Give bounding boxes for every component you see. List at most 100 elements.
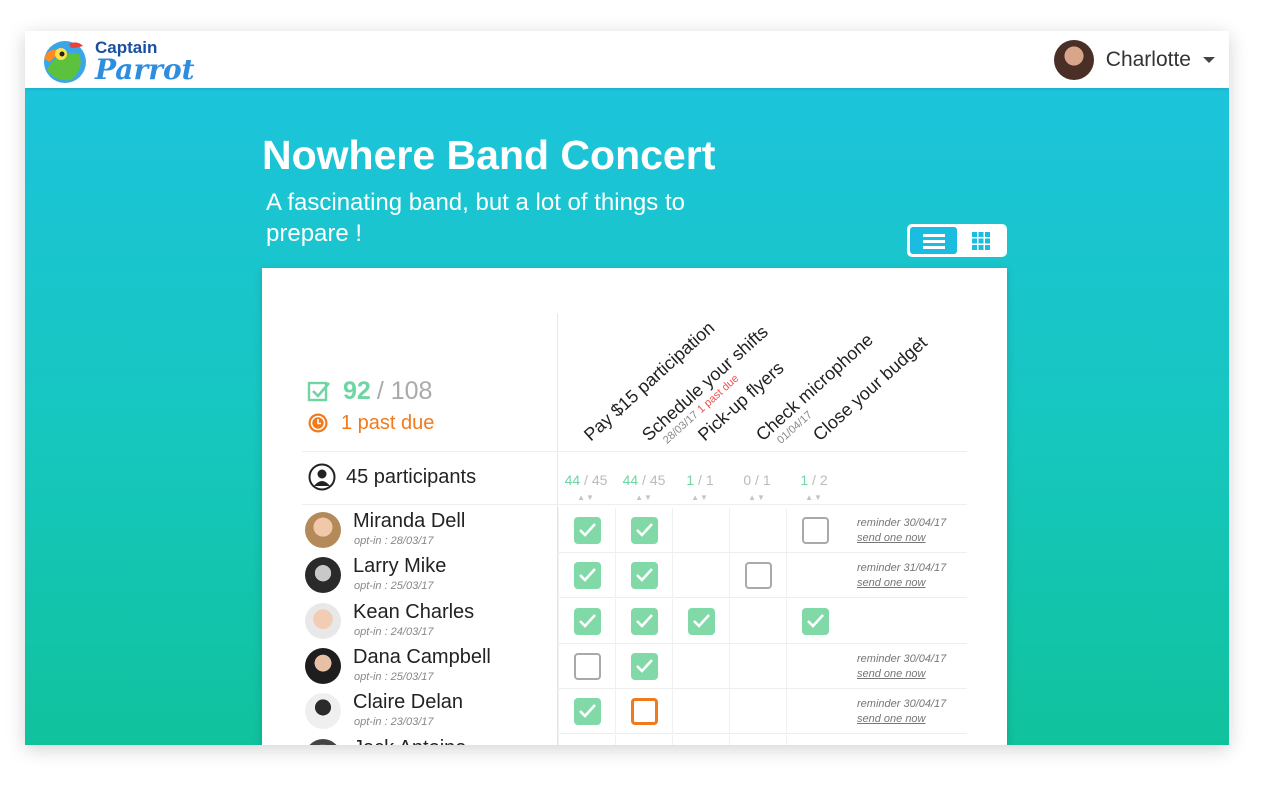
task-cell — [786, 734, 842, 745]
task-total-count: / 1 — [751, 472, 771, 488]
task-total-count: / 2 — [808, 472, 828, 488]
task-checkbox-overdue[interactable] — [631, 698, 658, 726]
task-checkbox-checked[interactable] — [631, 652, 658, 680]
task-count: 0 / 1 — [729, 472, 785, 488]
event-subtitle: A fascinating band, but a lot of things … — [266, 189, 685, 247]
participant-name[interactable]: Miranda Dell — [353, 510, 465, 533]
avatar[interactable] — [305, 602, 341, 639]
task-checkbox-checked[interactable] — [631, 562, 658, 590]
past-due-count: 1 past due — [341, 411, 435, 434]
checkmark-icon — [636, 523, 653, 537]
participant-name[interactable]: Larry Mike — [353, 555, 446, 578]
task-count: 44 / 45 — [558, 472, 614, 488]
task-done-count: 1 — [686, 472, 695, 488]
sort-arrows-icon[interactable]: ▲▼ — [672, 493, 728, 502]
task-cell — [672, 643, 728, 689]
parrot-icon — [44, 41, 86, 83]
event-title: Nowhere Band Concert — [262, 132, 716, 178]
sort-arrows-icon[interactable]: ▲▼ — [616, 493, 672, 502]
reminder-date: reminder 31/04/17 — [857, 562, 947, 575]
task-checkbox-checked[interactable] — [688, 607, 715, 635]
send-reminder-link[interactable]: send one now — [857, 667, 946, 682]
reminder-info: reminder 30/04/17 send one now — [857, 652, 946, 682]
avatar[interactable] — [305, 512, 341, 548]
task-cell — [558, 734, 614, 745]
task-cell — [729, 553, 785, 599]
send-reminder-link[interactable]: send one now — [857, 712, 946, 727]
task-checkbox-empty[interactable] — [574, 652, 601, 680]
user-avatar — [1053, 40, 1094, 80]
task-cell — [615, 643, 671, 689]
participant-row: Larry Mike opt-in : 25/03/17 reminder 31/0… — [262, 553, 1007, 599]
send-reminder-link[interactable]: send one now — [857, 531, 946, 546]
reminder-date: reminder 30/04/17 — [857, 652, 947, 665]
task-checkbox-checked[interactable] — [574, 698, 601, 726]
reminder-info: reminder 31/04/17 send one now — [857, 561, 946, 591]
optin-date: opt-in : 28/03/17 — [354, 535, 434, 547]
participants-count: 45 participants — [346, 465, 477, 488]
user-menu[interactable]: Charlotte — [1053, 39, 1215, 81]
checkmark-icon — [636, 568, 653, 583]
task-checkbox-checked[interactable] — [574, 517, 601, 544]
task-checkbox-checked[interactable] — [574, 607, 601, 635]
checkmark-icon — [579, 523, 596, 537]
optin-date: opt-in : 25/03/17 — [354, 580, 434, 593]
send-reminder-link[interactable]: send one now — [857, 576, 946, 591]
task-cell — [672, 598, 728, 644]
avatar[interactable] — [305, 738, 341, 745]
task-done-count: 1 — [800, 472, 809, 488]
optin-date: opt-in : 23/03/17 — [354, 716, 434, 729]
participant-row: Claire Delan opt-in : 23/03/17 reminder 30… — [262, 689, 1007, 735]
avatar[interactable] — [305, 647, 341, 684]
list-view-button[interactable] — [910, 227, 957, 254]
reminder-info: reminder 30/04/17 send one now — [857, 516, 946, 546]
task-cell — [729, 643, 785, 689]
checkbox-icon — [307, 381, 330, 402]
participant-name[interactable]: Kean Charles — [353, 601, 474, 624]
participant-name[interactable]: Claire Delan — [353, 691, 463, 714]
checkmark-icon — [807, 613, 824, 628]
task-cell — [729, 734, 785, 745]
task-checkbox-checked[interactable] — [631, 607, 658, 635]
sort-arrows-icon[interactable]: ▲▼ — [729, 493, 785, 502]
reminder-date: reminder 30/04/17 — [857, 517, 947, 529]
task-checkbox-checked[interactable] — [802, 607, 829, 635]
avatar[interactable] — [305, 557, 341, 594]
task-board-card: 92 / 108 1 past due Pay $15 participatio… — [262, 268, 1007, 745]
avatar[interactable] — [305, 693, 341, 730]
task-checkbox-checked[interactable] — [631, 517, 658, 544]
reminder-info: reminder 30/04/17 send one now — [857, 697, 946, 727]
task-cell — [729, 689, 785, 735]
task-checkbox-empty[interactable] — [745, 562, 772, 590]
sort-arrows-icon[interactable]: ▲▼ — [558, 493, 614, 502]
view-toggle — [907, 224, 1007, 257]
task-cell — [672, 689, 728, 735]
task-done-count: 0 — [743, 472, 752, 488]
optin-date: opt-in : 24/03/17 — [354, 625, 434, 638]
task-cell — [672, 508, 728, 553]
task-cell — [672, 553, 728, 599]
clock-icon — [308, 413, 328, 433]
completed-count: 92 — [343, 376, 371, 405]
task-count: 44 / 45 — [616, 472, 672, 488]
sort-arrows-icon[interactable]: ▲▼ — [786, 493, 842, 502]
checkmark-icon — [693, 613, 710, 628]
task-cell — [729, 598, 785, 644]
participant-row: Miranda Dell opt-in : 28/03/17 reminder 30… — [262, 508, 1007, 553]
task-cell — [786, 508, 842, 553]
checkmark-icon — [579, 704, 596, 719]
checkmark-icon — [636, 659, 653, 673]
task-done-count: 44 — [622, 472, 639, 488]
task-checkbox-empty[interactable] — [802, 517, 829, 544]
participant-name[interactable]: Jack Antoine — [353, 737, 466, 746]
captain-parrot-logo[interactable]: Captain Parrot — [39, 35, 195, 86]
optin-date: opt-in : 25/03/17 — [354, 670, 434, 683]
person-icon — [308, 463, 336, 491]
task-total-count: / 45 — [638, 472, 666, 488]
list-view-icon — [922, 233, 945, 249]
task-checkbox-checked[interactable] — [574, 562, 601, 590]
checkmark-icon — [579, 613, 596, 628]
participant-row: Dana Campbell opt-in : 25/03/17 reminder 3… — [262, 643, 1007, 689]
participant-name[interactable]: Dana Campbell — [353, 646, 491, 669]
grid-view-button[interactable] — [957, 227, 1004, 254]
